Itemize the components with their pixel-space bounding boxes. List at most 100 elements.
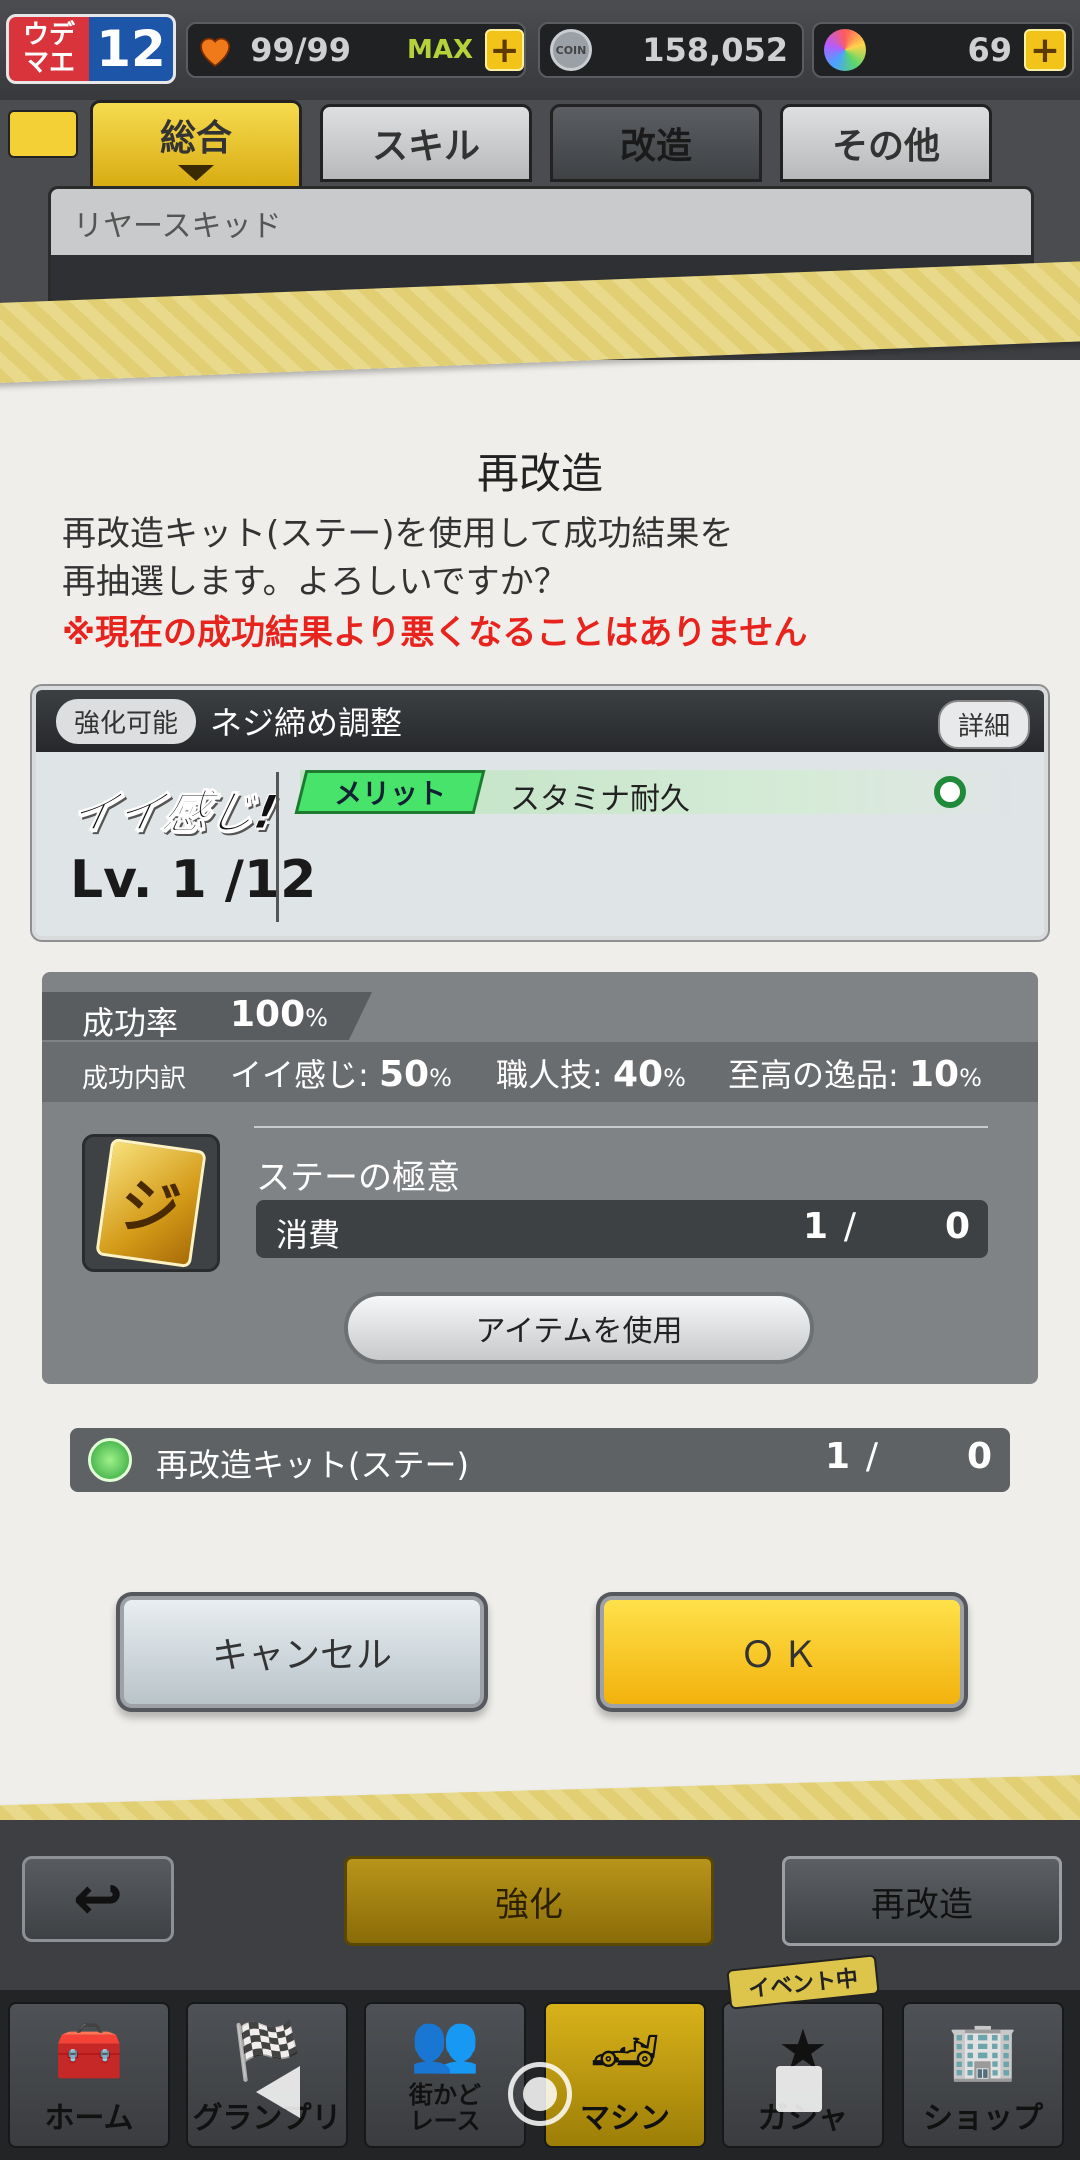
upgradable-badge: 強化可能: [56, 698, 197, 744]
nav-street-race[interactable]: 👥 街かど レース: [364, 2002, 526, 2148]
part-name: リヤースキッド: [73, 209, 282, 244]
nav-label: マシン: [580, 2101, 670, 2136]
breakdown-label: 成功内訳: [82, 1064, 187, 1094]
result-label: イイ感じ!: [65, 785, 283, 840]
upgrade-name: ネジ締め調整: [210, 704, 403, 742]
tab-label: スキル: [371, 126, 480, 167]
coin-icon: COIN: [550, 29, 592, 71]
slash-separator: /: [843, 1206, 856, 1247]
chevron-down-icon: [178, 165, 214, 181]
nav-label: 街かど レース: [409, 2081, 481, 2135]
good-value: 50: [378, 1054, 430, 1095]
machine-action-row: ↩ 強化 再改造: [0, 1820, 1080, 1990]
add-gem-button[interactable]: +: [1024, 29, 1066, 71]
bottom-navigation: 🧰 ホーム 🏁 グランプリ 👥 街かど レース 🏎 マシン ★ ガシャ 🏢 ショ…: [0, 1990, 1080, 2160]
breakdown-best: 至高の逸品: 10%: [728, 1050, 982, 1096]
back-button[interactable]: ↩: [22, 1856, 174, 1942]
merit-label: メリット: [333, 777, 446, 810]
pencil-icon[interactable]: [8, 110, 78, 158]
car-icon: 🏎: [589, 2019, 661, 2084]
consume-need: 0: [944, 1206, 970, 1247]
nav-grandprix[interactable]: 🏁 グランプリ: [186, 2002, 348, 2148]
rank-badge: ウデマエ 12: [6, 14, 176, 84]
upgrade-card-header: 強化可能 ネジ締め調整 詳細: [36, 690, 1044, 752]
add-stamina-button[interactable]: +: [485, 29, 524, 71]
warning-text: ※現在の成功結果より悪くなることはありません: [62, 613, 808, 653]
divider: [276, 772, 279, 922]
remodel-dialog: 再改造 再改造キット(ステー)を使用して成功結果を 再抽選します。よろしいですか…: [0, 360, 1080, 1820]
best-label: 至高の逸品:: [728, 1056, 899, 1094]
message-line: 再抽選します。よろしいですか？: [62, 562, 568, 602]
nav-home[interactable]: 🧰 ホーム: [8, 2002, 170, 2148]
people-icon: 👥: [410, 2011, 480, 2076]
percent-sign: %: [959, 1064, 982, 1092]
success-rate-value: 100%: [230, 994, 328, 1035]
star-icon: ★: [777, 2018, 829, 2083]
stamina-max-label: MAX: [407, 35, 474, 65]
craft-label: 職人技:: [496, 1056, 603, 1094]
merit-stat: スタミナ耐久: [510, 782, 690, 817]
tab-skill[interactable]: スキル: [320, 104, 532, 182]
nav-machine[interactable]: 🏎 マシン: [544, 2002, 706, 2148]
use-item-button[interactable]: アイテムを使用: [344, 1292, 814, 1364]
detail-button[interactable]: 詳細: [937, 700, 1030, 749]
merit-badge: メリット: [294, 770, 486, 814]
stay-item-icon: ジ: [95, 1137, 207, 1269]
stamina-value: 99/99: [250, 31, 352, 69]
strengthen-button[interactable]: 強化: [344, 1856, 714, 1946]
consume-row: 消費 1 / 0: [256, 1200, 988, 1258]
remodel-button[interactable]: 再改造: [782, 1856, 1062, 1946]
nav-label: グランプリ: [192, 2101, 342, 2136]
percent-sign: %: [429, 1064, 452, 1092]
heart-icon: [200, 37, 231, 67]
gem-icon: [824, 29, 866, 71]
circle-mark-icon: [934, 776, 966, 808]
status-bar: ウデマエ 12 99/99 MAX + COIN 158,052 69 +: [0, 0, 1080, 100]
message-line: 再改造キット(ステー)を使用して成功結果を: [62, 514, 734, 554]
breakdown-good: イイ感じ: 50%: [230, 1050, 452, 1096]
upgrade-card: 強化可能 ネジ締め調整 詳細 イイ感じ! Lv. 1 /12 メリット スタミナ…: [32, 686, 1048, 940]
nav-gacha[interactable]: ★ ガシャ: [722, 2002, 884, 2148]
refresh-icon: [88, 1438, 132, 1482]
breakdown-craft: 職人技: 40%: [496, 1050, 686, 1096]
kit-have: 1: [824, 1436, 850, 1477]
nav-label: ガシャ: [758, 2101, 848, 2136]
remodel-kit-row: 再改造キット(ステー) 1 / 0: [70, 1428, 1010, 1492]
tab-label: 総合: [159, 118, 232, 159]
coin-value: 158,052: [642, 31, 788, 69]
rate-number: 100: [230, 994, 306, 1035]
upgrade-level: Lv. 1 /12: [70, 850, 317, 910]
ok-button[interactable]: ＯＫ: [604, 1600, 960, 1704]
consume-have: 1: [802, 1206, 828, 1247]
gem-display: 69 +: [812, 22, 1074, 78]
slash-separator: /: [865, 1436, 878, 1477]
tab-label: 改造: [619, 126, 692, 167]
tab-remodel[interactable]: 改造: [550, 104, 762, 182]
success-rate-panel: 成功率 100% 成功内訳 イイ感じ: 50% 職人技: 40% 至高の逸品: …: [42, 972, 1038, 1384]
item-name: ステーの極意: [256, 1158, 460, 1198]
dialog-message: 再改造キット(ステー)を使用して成功結果を 再抽選します。よろしいですか？: [62, 510, 734, 606]
success-breakdown: 成功内訳 イイ感じ: 50% 職人技: 40% 至高の逸品: 10%: [42, 1042, 1038, 1102]
return-arrow-icon: ↩: [72, 1864, 124, 1934]
upgrade-card-body: イイ感じ! Lv. 1 /12 メリット スタミナ耐久: [36, 752, 1044, 936]
cancel-button[interactable]: キャンセル: [124, 1600, 480, 1704]
gem-value: 69: [967, 31, 1012, 69]
kit-need: 0: [966, 1436, 992, 1477]
dialog-title: 再改造: [476, 449, 603, 498]
building-icon: 🏢: [948, 2019, 1018, 2084]
percent-sign: %: [305, 1004, 328, 1032]
tab-overview[interactable]: 総合: [90, 100, 302, 190]
stamina-display: 99/99 MAX +: [186, 22, 526, 78]
kit-name: 再改造キット(ステー): [156, 1446, 469, 1484]
percent-sign: %: [663, 1064, 686, 1092]
item-thumbnail: ジ: [82, 1134, 220, 1272]
coin-display: COIN 158,052: [538, 22, 804, 78]
rank-label: ウデマエ: [9, 17, 89, 81]
nav-label: ホーム: [44, 2101, 134, 2136]
craft-value: 40: [612, 1054, 664, 1095]
tab-other[interactable]: その他: [780, 104, 992, 182]
toolbox-icon: 🧰: [54, 2019, 124, 2084]
nav-shop[interactable]: 🏢 ショップ: [902, 2002, 1064, 2148]
tab-label: その他: [831, 126, 940, 167]
success-rate-label: 成功率: [82, 1004, 179, 1042]
